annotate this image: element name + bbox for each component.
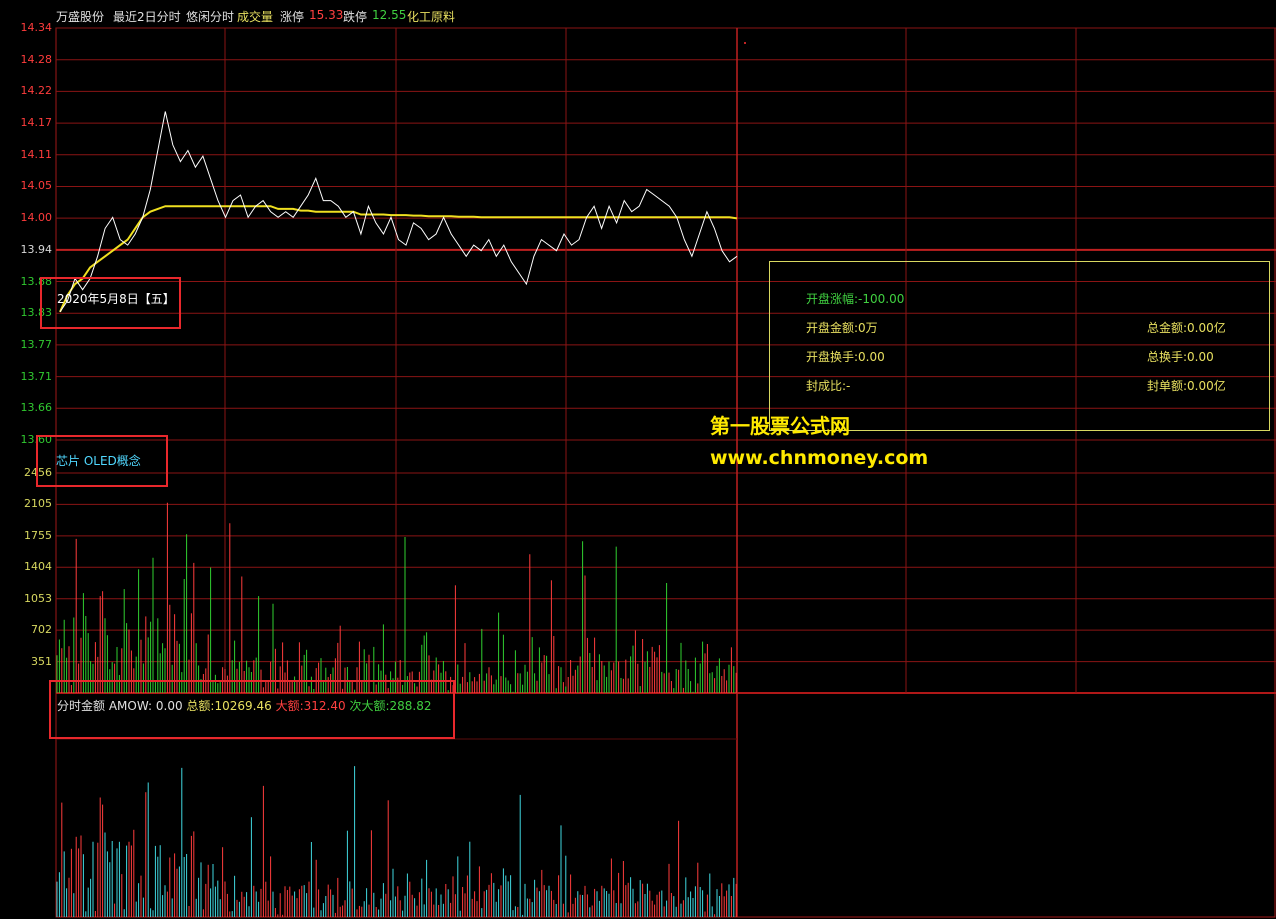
big-label: 大额: (275, 699, 304, 713)
volume-tick-label: 702 (31, 623, 52, 637)
price-tick-label: 14.34 (20, 21, 53, 34)
open-amount-value: 0万 (858, 321, 878, 335)
stock-name[interactable]: 万盛股份 (56, 8, 104, 25)
intraday-chart[interactable] (0, 0, 1276, 919)
total-value: 10269.46 (214, 699, 272, 713)
seal-amount-row: 封单额:0.00亿 (1147, 377, 1226, 394)
seal-ratio-label: 封成比: (806, 379, 847, 393)
mode2-label: 悠闲分时 (186, 10, 235, 24)
info-panel: 开盘涨幅:-100.00 开盘金额:0万 开盘换手:0.00 封成比:- 总金额… (769, 261, 1270, 431)
seal-amount-label: 封单额: (1147, 379, 1188, 393)
limit-down-label: 跌停 (343, 10, 368, 24)
marker-dot (744, 42, 746, 44)
amow-value: AMOW: 0.00 (108, 699, 183, 713)
amount-bars (56, 766, 737, 917)
total-amount-row: 总金额:0.00亿 (1147, 319, 1226, 336)
date-label: 2020年5月8日【五】 (57, 292, 175, 306)
total-turnover-value: 0.00 (1187, 350, 1214, 364)
price-tick-label: 14.00 (20, 211, 53, 225)
seal-ratio-value: - (846, 379, 851, 393)
seal-ratio-row: 封成比:- (806, 377, 850, 394)
price-tick-label: 13.71 (20, 369, 53, 383)
second-value: 288.82 (389, 699, 432, 713)
second-label: 次大额: (349, 699, 390, 713)
volume-tick-label: 1755 (24, 528, 52, 542)
industry-label: 化工原料 (407, 10, 456, 24)
limit-up-label: 涨停 (280, 10, 305, 24)
price-tick-label: 14.17 (20, 116, 53, 130)
total-turnover-label: 总换手: (1147, 350, 1188, 364)
limit-down-value: 12.55 (372, 8, 407, 22)
total-turnover-row: 总换手:0.00 (1147, 348, 1214, 365)
open-turnover-label: 开盘换手: (806, 350, 859, 364)
price-tick-label: 13.94 (20, 242, 53, 256)
amount-indicator: 分时金额 AMOW: 0.00 总额:10269.46 大额:312.40 次大… (57, 697, 431, 714)
price-tick-label: 13.77 (20, 337, 53, 351)
price-tick-label: 14.05 (20, 179, 53, 193)
volume-bars (56, 502, 737, 693)
big-value: 312.40 (303, 699, 346, 713)
volume-tick-label: 2105 (24, 497, 52, 511)
open-amount-label: 开盘金额: (806, 321, 859, 335)
watermark-title: 第一股票公式网 (710, 414, 850, 438)
total-amount-label: 总金额: (1147, 321, 1188, 335)
volume-label: 成交量 (237, 10, 274, 24)
limit-up-value: 15.33 (309, 8, 344, 22)
amount-indicator-name: 分时金额 (57, 699, 106, 713)
title-bar: 万盛股份 最近2日分时 悠闲分时 成交量 涨停 15.33 跌停 12.55 化… (0, 0, 1276, 27)
volume-tick-label: 351 (31, 654, 52, 668)
price-tick-label: 14.11 (20, 147, 53, 161)
seal-amount-value: 0.00亿 (1187, 379, 1226, 393)
open-turnover-row: 开盘换手:0.00 (806, 348, 885, 365)
total-label: 总额: (186, 699, 215, 713)
open-change-value: -100.00 (858, 292, 905, 306)
concept-label: 芯片 OLED概念 (56, 454, 141, 468)
price-tick-label: 14.28 (20, 52, 53, 66)
open-turnover-value: 0.00 (858, 350, 885, 364)
volume-tick-label: 1404 (24, 560, 52, 574)
open-amount-row: 开盘金额:0万 (806, 319, 878, 336)
price-tick-label: 13.66 (20, 401, 53, 415)
open-change-label: 开盘涨幅: (806, 292, 859, 306)
watermark-url: www.chnmoney.com (710, 447, 929, 469)
open-change-row: 开盘涨幅:-100.00 (806, 290, 904, 307)
total-amount-value: 0.00亿 (1187, 321, 1226, 335)
volume-tick-label: 1053 (24, 591, 52, 605)
mode-label: 最近2日分时 (113, 10, 181, 24)
price-tick-label: 14.22 (20, 84, 53, 98)
